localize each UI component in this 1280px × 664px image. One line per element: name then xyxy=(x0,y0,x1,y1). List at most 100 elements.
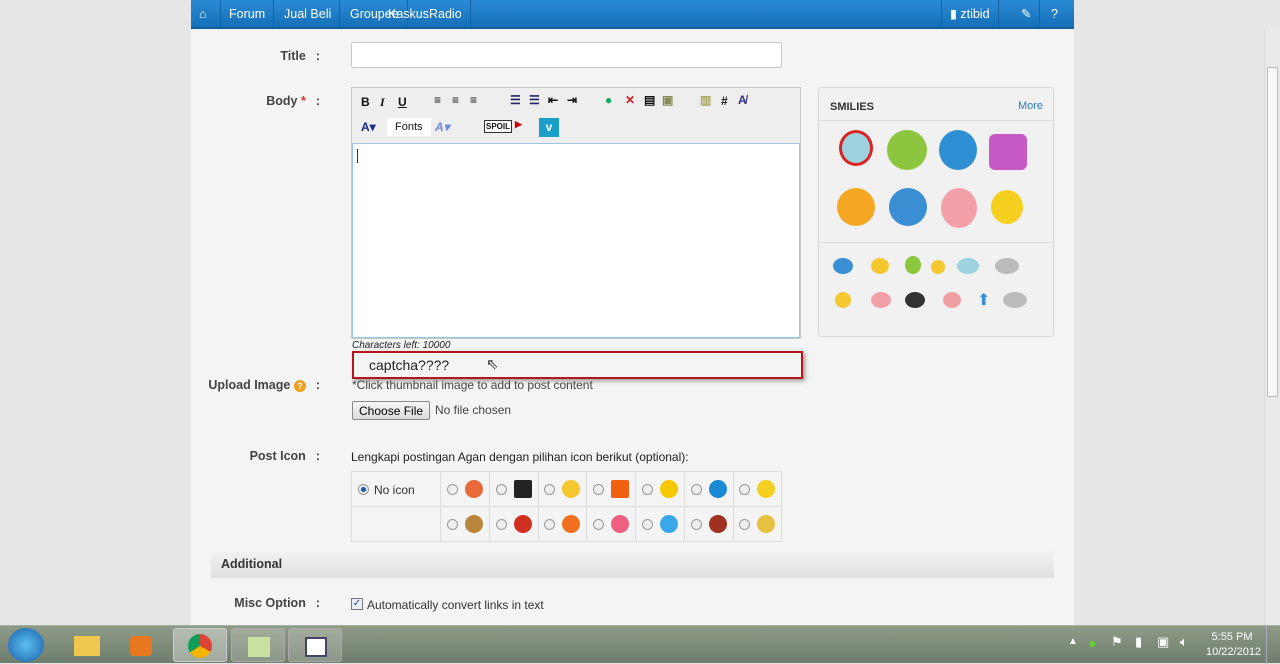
smiley-small[interactable] xyxy=(995,258,1019,274)
radio-button[interactable] xyxy=(641,519,653,530)
help-icon[interactable]: ? xyxy=(1043,0,1066,29)
smiley-big[interactable] xyxy=(989,134,1027,170)
post-icon-option-star[interactable] xyxy=(635,472,685,507)
post-icon-option-pencil[interactable] xyxy=(441,472,490,507)
post-icon-option-thumb[interactable] xyxy=(733,507,783,542)
smiley-small[interactable] xyxy=(833,258,853,274)
quote-icon[interactable]: ▥ xyxy=(700,93,711,107)
page-scrollbar[interactable] xyxy=(1264,29,1280,625)
pencil-icon[interactable]: ✎ xyxy=(1013,0,1041,29)
radio-button[interactable] xyxy=(690,519,702,530)
numbered-list-icon[interactable]: ☰ xyxy=(529,93,540,107)
bullet-list-icon[interactable]: ☰ xyxy=(510,93,521,107)
post-icon-option-clapper[interactable] xyxy=(489,472,539,507)
smiley-small[interactable] xyxy=(943,292,961,308)
network-icon[interactable]: ▣ xyxy=(1157,634,1169,650)
align-left-icon[interactable]: ≡ xyxy=(434,93,441,107)
post-icon-option-poop[interactable] xyxy=(441,507,490,542)
email-icon[interactable]: ▤ xyxy=(644,93,655,107)
radio-button[interactable] xyxy=(739,484,751,495)
radio-button[interactable] xyxy=(447,484,458,495)
media-player-taskbar-icon[interactable] xyxy=(116,628,170,662)
radio-button[interactable] xyxy=(447,519,458,530)
smiley-small[interactable] xyxy=(835,292,851,308)
unlink-icon[interactable]: ✕ xyxy=(625,93,635,107)
body-textarea[interactable] xyxy=(352,143,800,338)
bold-button[interactable]: B xyxy=(361,95,370,109)
post-icon-option-cool[interactable] xyxy=(684,472,734,507)
image-icon[interactable]: ▣ xyxy=(662,93,673,107)
align-center-icon[interactable]: ≡ xyxy=(452,93,459,107)
radio-button[interactable] xyxy=(739,519,751,530)
post-icon-option-angry[interactable] xyxy=(489,507,539,542)
smiley-small[interactable] xyxy=(905,292,925,308)
smiley-small[interactable] xyxy=(905,256,921,274)
post-icon-option-grin[interactable] xyxy=(635,507,685,542)
radio-button[interactable] xyxy=(593,484,605,495)
auto-links-checkbox[interactable]: ✓ xyxy=(351,598,363,610)
indent-icon[interactable]: ⇥ xyxy=(567,93,577,107)
smiley-small[interactable] xyxy=(957,258,979,274)
post-icon-option-heart[interactable] xyxy=(587,507,637,542)
radio-button[interactable] xyxy=(544,519,556,530)
radio-button[interactable] xyxy=(593,519,605,530)
network-globe-icon[interactable]: ● xyxy=(1088,635,1096,651)
post-icon-option-laugh[interactable] xyxy=(538,507,588,542)
italic-button[interactable]: I xyxy=(380,95,385,110)
smilies-more-link[interactable]: More xyxy=(1018,100,1043,112)
user-menu[interactable]: ▮ ztibid xyxy=(941,0,999,29)
youtube-icon[interactable]: ▶ xyxy=(515,119,522,130)
smiley-small[interactable] xyxy=(871,258,889,274)
action-center-flag-icon[interactable]: ⚑ xyxy=(1111,634,1123,650)
post-icon-option-warning[interactable] xyxy=(587,472,637,507)
smiley-big[interactable] xyxy=(889,188,927,226)
smiley-small[interactable] xyxy=(871,292,891,308)
nav-forum[interactable]: Forum xyxy=(221,0,275,29)
app-taskbar-icon[interactable] xyxy=(288,628,342,662)
radio-button[interactable] xyxy=(544,484,556,495)
link-icon[interactable]: ● xyxy=(605,93,612,107)
outdent-icon[interactable]: ⇤ xyxy=(548,93,558,107)
smiley-big[interactable] xyxy=(939,130,977,170)
align-right-icon[interactable]: ≡ xyxy=(470,93,477,107)
smiley-big[interactable] xyxy=(837,188,875,226)
smiley-small[interactable] xyxy=(1003,292,1027,308)
power-icon[interactable]: ▮ xyxy=(1135,634,1142,650)
smiley-big[interactable] xyxy=(991,190,1023,224)
no-icon-option[interactable]: No icon xyxy=(352,472,441,507)
vimeo-icon[interactable]: v xyxy=(539,118,559,137)
smiley-big[interactable] xyxy=(941,188,977,228)
title-input[interactable] xyxy=(351,42,782,68)
show-desktop-button[interactable] xyxy=(1266,626,1280,664)
fonts-dropdown[interactable]: Fonts xyxy=(387,118,431,136)
smiley-big[interactable] xyxy=(887,130,927,170)
scrollbar-thumb[interactable] xyxy=(1267,67,1278,397)
smiley-small[interactable] xyxy=(931,260,945,274)
show-hidden-icons[interactable]: ▲ xyxy=(1068,636,1078,647)
post-icon-option-smile[interactable] xyxy=(733,472,783,507)
radio-button[interactable] xyxy=(495,519,507,530)
help-icon[interactable]: ? xyxy=(293,380,306,392)
post-icon-option-bulb[interactable] xyxy=(538,472,588,507)
sticky-notes-taskbar-icon[interactable] xyxy=(231,628,285,662)
start-button[interactable] xyxy=(8,628,44,662)
hash-button[interactable]: # xyxy=(721,94,728,108)
post-icon-option-burst[interactable] xyxy=(684,507,734,542)
spoiler-icon[interactable]: SPOIL xyxy=(484,120,513,133)
volume-icon[interactable]: 🔈︎ xyxy=(1180,634,1188,650)
font-color-icon[interactable]: A▾ xyxy=(361,120,376,134)
font-size-icon[interactable]: A▾ xyxy=(435,120,450,134)
radio-button[interactable] xyxy=(641,484,653,495)
home-icon[interactable]: ⌂ xyxy=(191,0,221,29)
underline-button[interactable]: U xyxy=(398,95,407,109)
radio-selected[interactable] xyxy=(358,484,369,495)
choose-file-button[interactable]: Choose File xyxy=(352,401,431,420)
smiley-big[interactable] xyxy=(839,130,873,166)
nav-kaskusradio[interactable]: KaskusRadio xyxy=(380,0,471,29)
remove-format-icon[interactable]: A̸ xyxy=(738,93,747,107)
arrow-up-smiley[interactable]: ⬆ xyxy=(977,290,990,310)
explorer-taskbar-icon[interactable] xyxy=(60,628,114,662)
nav-jual-beli[interactable]: Jual Beli xyxy=(276,0,341,29)
chrome-taskbar-icon[interactable] xyxy=(173,628,227,662)
radio-button[interactable] xyxy=(690,484,702,495)
